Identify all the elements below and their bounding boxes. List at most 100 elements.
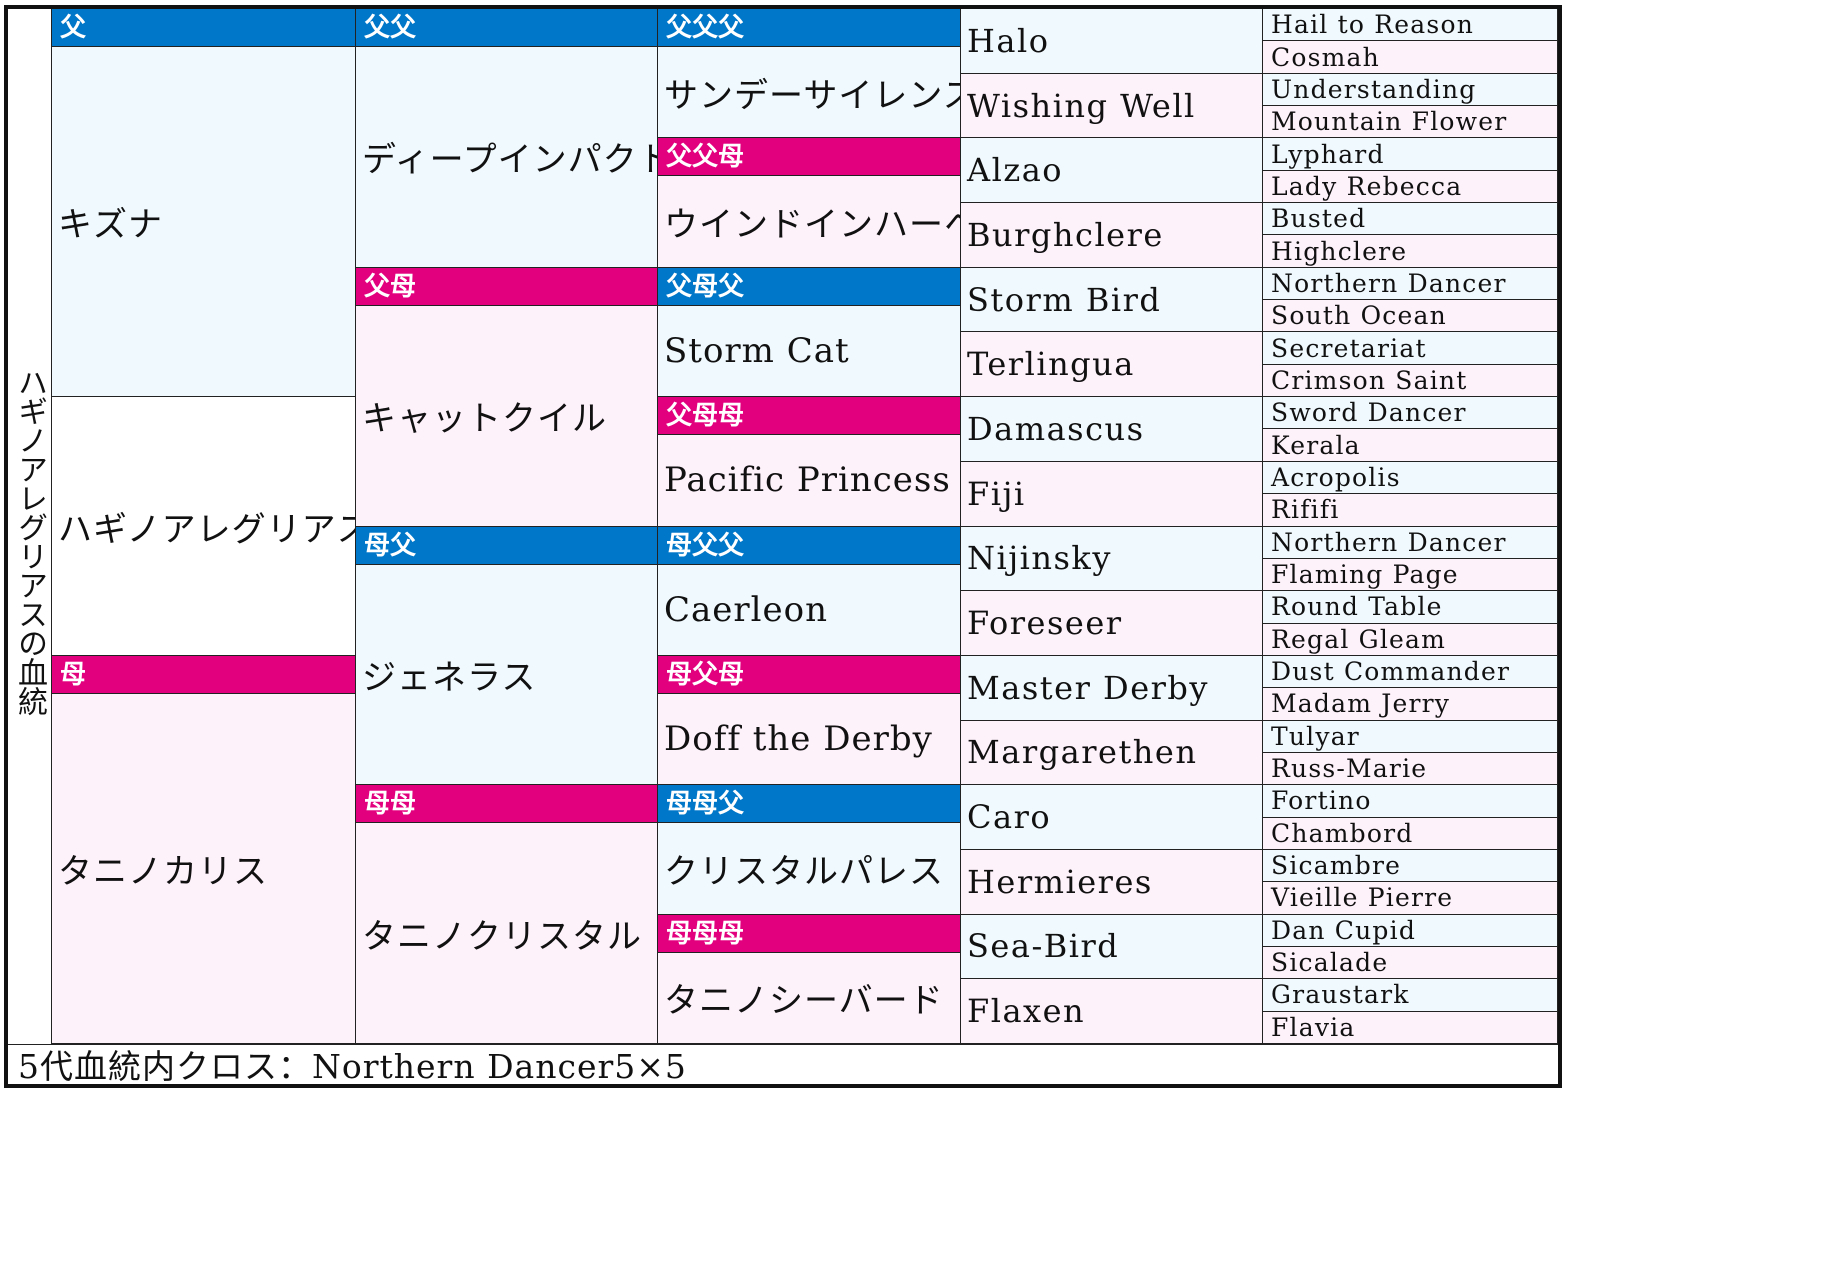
gen5-cell: Chambord [1263, 817, 1558, 850]
horse-name: Graustark [1271, 980, 1410, 1010]
gen4-cell: Wishing Well [961, 73, 1263, 139]
horse-name: Fortino [1271, 786, 1372, 816]
position-label: 母母 [356, 785, 657, 824]
horse-name: Acropolis [1271, 462, 1401, 492]
horse-name: Halo [967, 21, 1050, 60]
horse-name: キズナ [58, 205, 163, 246]
gen5-cell: Madam Jerry [1263, 688, 1558, 721]
pedigree-table: ハギノアレグリアスの血統 父キズナハギノアレグリアス母タニノカリス 父父ディープイ… [4, 5, 1562, 1088]
gen4-cell: Hermieres [961, 849, 1263, 915]
gen5-cell: Dan Cupid [1263, 914, 1558, 947]
horse-name: Doff the Derby [664, 719, 933, 760]
gen5-cell: Northern Dancer [1263, 526, 1558, 559]
horse-name: Regal Gleam [1271, 624, 1447, 654]
horse-name: Hermieres [967, 862, 1153, 901]
gen4-cell: Nijinsky [961, 526, 1263, 592]
horse-name: Vieille Pierre [1271, 883, 1454, 913]
horse-name: Storm Cat [664, 330, 850, 371]
horse-name: Alzao [967, 151, 1064, 190]
horse-name: Madam Jerry [1271, 689, 1451, 719]
gen4-cell: Damascus [961, 397, 1263, 462]
gen4-cell: Burghclere [961, 203, 1263, 268]
gen3-cell: 母母父 クリスタルパレス [658, 785, 961, 915]
gen4-cell: Storm Bird [961, 267, 1263, 333]
horse-name: Highclere [1271, 236, 1408, 266]
gen5-cell: Acropolis [1263, 461, 1558, 495]
gen3-cell: 父母父 Storm Cat [658, 267, 961, 398]
horse-name: Storm Bird [967, 280, 1162, 319]
gen4-cell: Sea-Bird [961, 914, 1263, 980]
gen3-cell: 父母母 Pacific Princess [658, 397, 961, 527]
sire-cell: 父キズナ [52, 9, 356, 398]
gen5-cell: Rififi [1263, 494, 1558, 527]
position-label: 母母母 [658, 914, 960, 953]
horse-name: Flaming Page [1271, 560, 1459, 590]
position-label: 母 [52, 655, 355, 694]
gen5-cell: Flavia [1263, 1011, 1558, 1044]
gen3-cell: 母母母タニノシーバード [658, 914, 961, 1044]
position-label: 父母 [356, 267, 657, 306]
gen2-cell: 父父ディープインパクト [356, 9, 658, 268]
horse-name: サンデーサイレンス [664, 75, 961, 116]
gen3-cell: 父父母ウインドインハーヘア [658, 138, 961, 268]
position-label: 父父 [356, 9, 657, 47]
horse-name: Tulyar [1271, 721, 1360, 751]
gen4-cell: Halo [961, 9, 1263, 74]
gen5-cell: Northern Dancer [1263, 267, 1558, 301]
position-label: 父父父 [658, 9, 960, 47]
position-label: 父 [52, 9, 355, 47]
dam-cell: 母タニノカリス [52, 655, 356, 1044]
horse-name: Terlingua [967, 345, 1135, 384]
gen5-cell: Graustark [1263, 979, 1558, 1012]
horse-name: Flavia [1271, 1012, 1356, 1042]
horse-name: Sword Dancer [1271, 398, 1467, 428]
position-label: 母父 [356, 526, 657, 565]
gen2-cell: 父母キャットクイル [356, 267, 658, 527]
horse-name: タニノクリスタル [362, 916, 642, 957]
horse-name: ディープインパクト [362, 140, 658, 181]
horse-name: Cosmah [1271, 42, 1380, 72]
horse-name: Lyphard [1271, 139, 1385, 169]
gen4-cell: Terlingua [961, 332, 1263, 398]
horse-name: ジェネラス [362, 657, 537, 698]
position-label: 父母父 [658, 267, 960, 306]
position-label: 父父母 [658, 138, 960, 177]
horse-name: Margarethen [967, 733, 1198, 772]
gen3-cell: 母父父 Caerleon [658, 526, 961, 656]
gen5-cell: Dust Commander [1263, 655, 1558, 689]
gen4-cell: Fiji [961, 461, 1263, 527]
horse-name: Crimson Saint [1271, 365, 1468, 395]
pedigree-grid: ハギノアレグリアスの血統 父キズナハギノアレグリアス母タニノカリス 父父ディープイ… [8, 9, 1558, 1044]
position-label: 母父父 [658, 526, 960, 565]
horse-name: ハギノアレグリアス [58, 509, 356, 550]
gen4-cell: Caro [961, 785, 1263, 850]
title-column: ハギノアレグリアスの血統 [8, 9, 52, 1044]
gen5-cell: Lyphard [1263, 138, 1558, 171]
gen4-cell: Margarethen [961, 720, 1263, 786]
horse-name: Damascus [967, 409, 1145, 448]
gen4-cell: Foreseer [961, 591, 1263, 656]
gen5-cell: Kerala [1263, 429, 1558, 462]
gen5-cell: Sicalade [1263, 946, 1558, 980]
horse-name: キャットクイル [362, 399, 607, 440]
gen5-cell: Cosmah [1263, 41, 1558, 74]
gen5-cell: Highclere [1263, 235, 1558, 268]
gen5-cell: Understanding [1263, 73, 1558, 107]
position-label: 母父母 [658, 655, 960, 694]
gen5-cell: Busted [1263, 203, 1558, 236]
gen5-cell: Hail to Reason [1263, 9, 1558, 42]
gen5-cell: Lady Rebecca [1263, 170, 1558, 204]
horse-name: Rififi [1271, 495, 1340, 525]
gen5-cell: Fortino [1263, 785, 1558, 818]
horse-name: Master Derby [967, 668, 1209, 707]
horse-name: Burghclere [967, 215, 1164, 254]
horse-name: タニノシーバード [664, 981, 944, 1022]
horse-name: Hail to Reason [1271, 10, 1474, 40]
gen5-cell: Secretariat [1263, 332, 1558, 365]
gen5-cell: Crimson Saint [1263, 364, 1558, 398]
gen3-cell: 父父父サンデーサイレンス [658, 9, 961, 139]
horse-name: Lady Rebecca [1271, 171, 1463, 201]
horse-name: Dust Commander [1271, 657, 1511, 687]
gen5-cell: Sicambre [1263, 849, 1558, 883]
horse-name: Caro [967, 798, 1052, 837]
